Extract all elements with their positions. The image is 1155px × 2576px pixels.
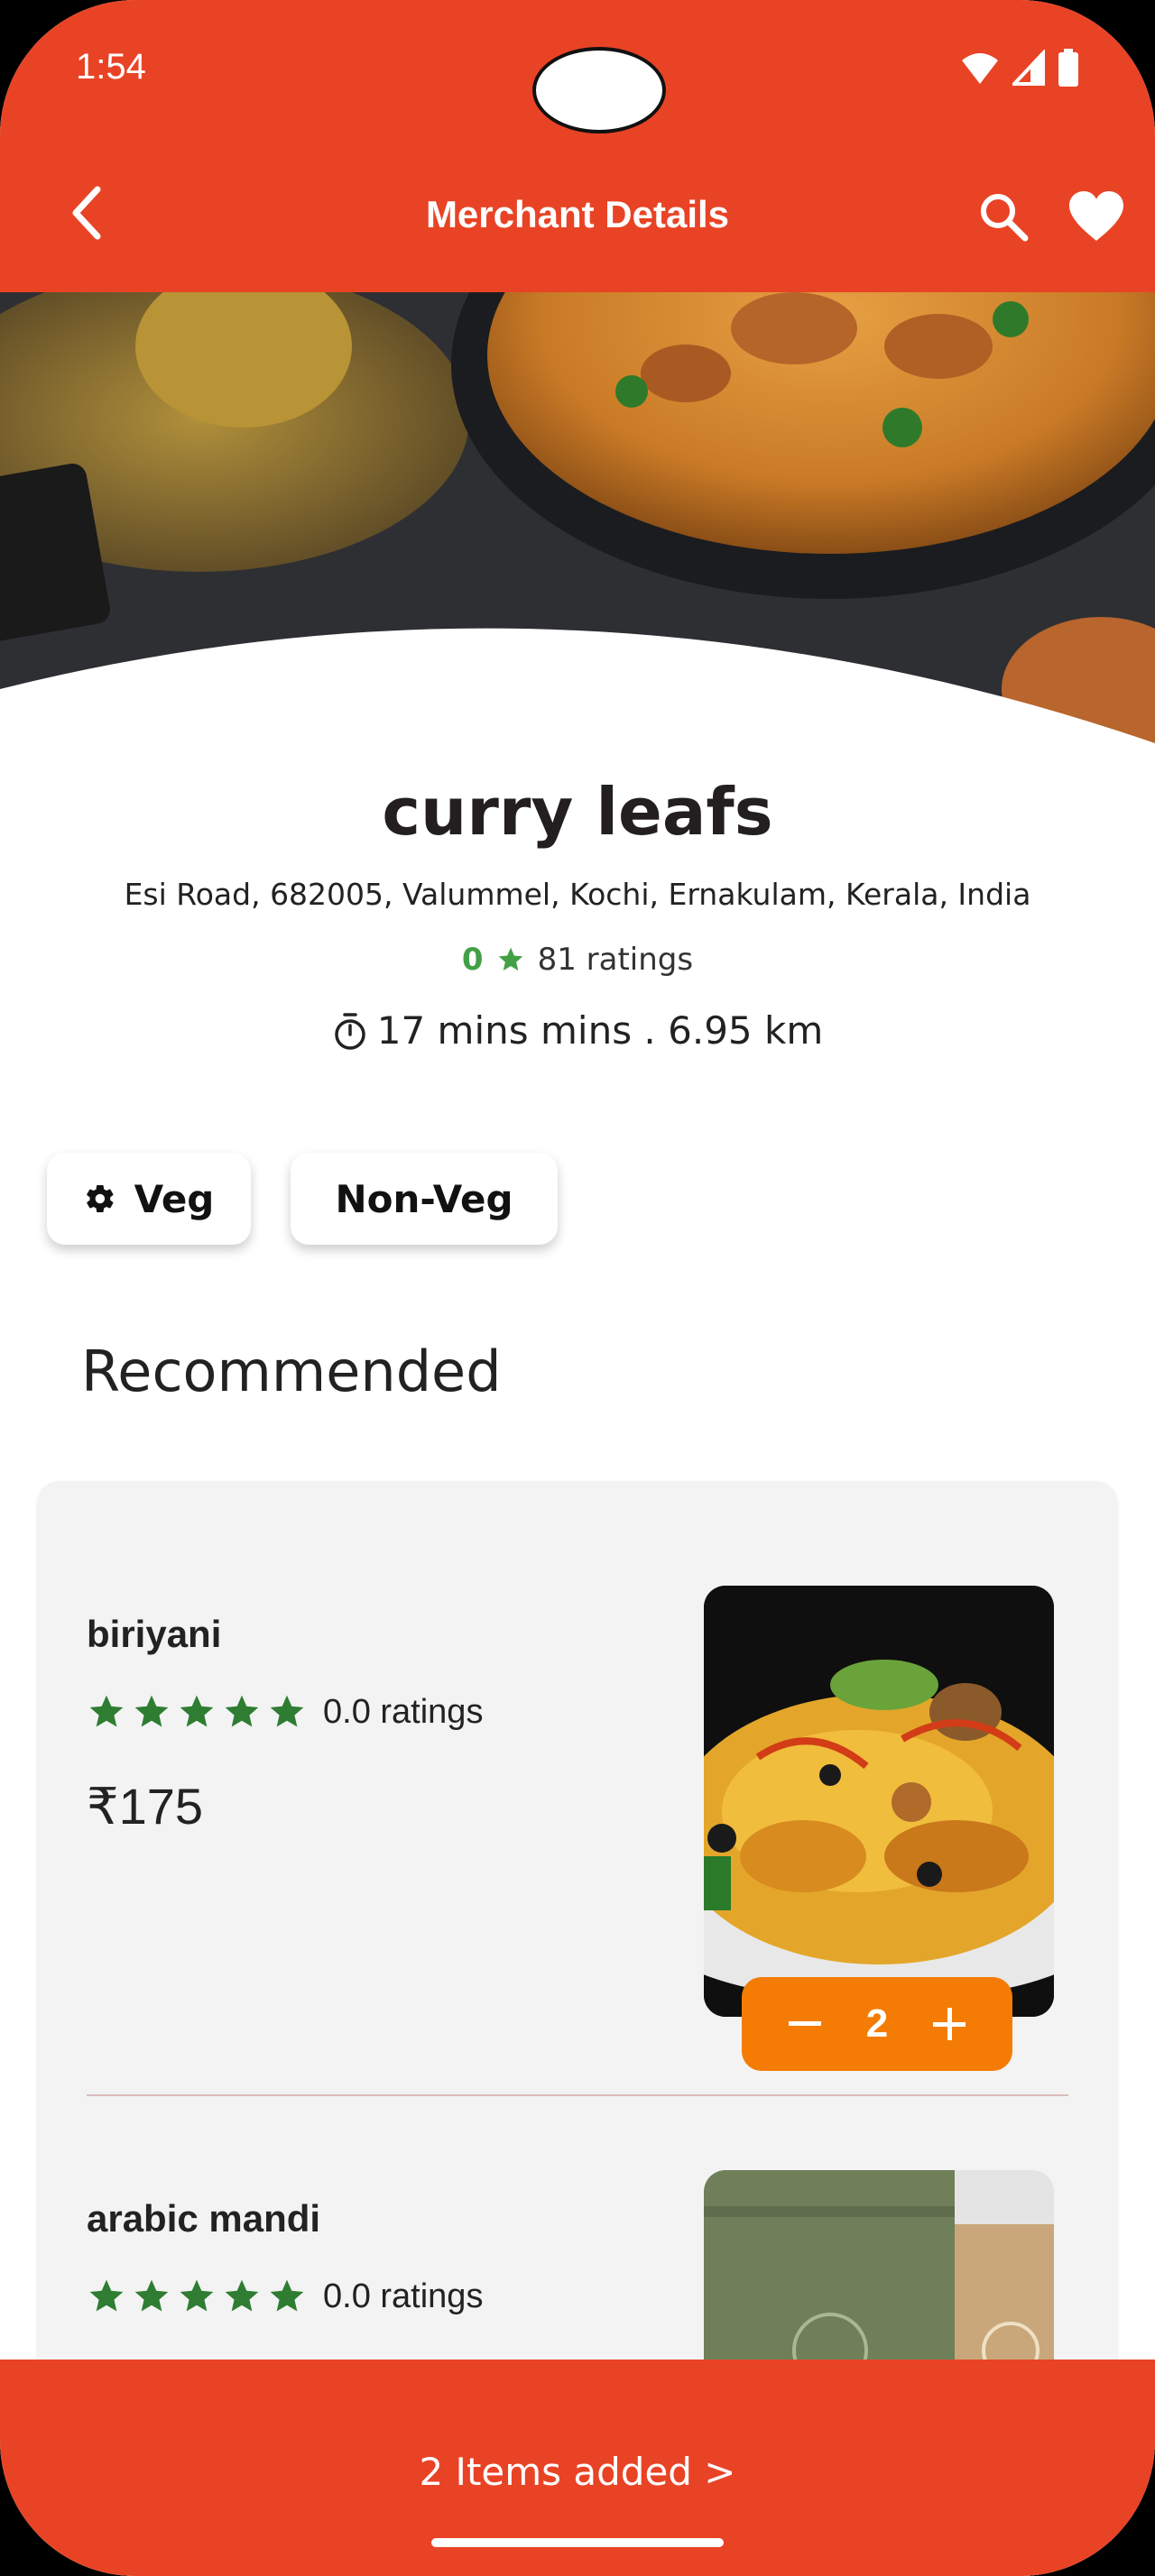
item-rating-stars: 0.0 ratings (87, 2277, 483, 2316)
item-divider (87, 2094, 1068, 2096)
app-header: 1:54 Merchant Details (0, 0, 1155, 292)
filter-chip-non-veg[interactable]: Non-Veg (291, 1153, 558, 1245)
merchant-name: curry leafs (382, 774, 773, 850)
eta-text: 17 mins mins . 6.95 km (376, 1008, 824, 1053)
star-icon (498, 947, 522, 971)
star-icon (225, 2279, 259, 2312)
heart-icon (1069, 191, 1123, 241)
quantity-stepper: 2 (742, 1977, 1012, 2071)
decrement-button[interactable] (778, 1997, 832, 2051)
increment-button[interactable] (922, 1997, 976, 2051)
search-button[interactable] (971, 184, 1036, 249)
filter-chip-veg[interactable]: Veg (47, 1153, 251, 1245)
item-name: biriyani (87, 1613, 222, 1655)
cart-bar[interactable]: 2 Items added > (0, 2360, 1155, 2576)
cart-items-label[interactable]: 2 Items added > (0, 2450, 1155, 2494)
item-image-biriyani[interactable] (704, 1586, 1054, 2017)
timer-icon (335, 1012, 365, 1050)
delivery-eta: 17 mins mins . 6.95 km (0, 1008, 1155, 1053)
item-ratings-text: 0.0 ratings (323, 1692, 484, 1731)
signal-icon (1012, 50, 1045, 86)
status-time: 1:54 (76, 47, 146, 87)
home-indicator (431, 2538, 724, 2547)
star-icon (180, 2279, 214, 2312)
star-icon (270, 2279, 304, 2312)
item-price: ₹175 (87, 1778, 204, 1835)
search-icon (981, 194, 1029, 242)
filter-label-veg: Veg (134, 1176, 215, 1221)
star-icon (225, 1695, 259, 1727)
item-rating-stars: 0.0 ratings (87, 1692, 483, 1732)
item-name: arabic mandi (87, 2197, 321, 2240)
wifi-icon (962, 53, 998, 84)
section-title-recommended: Recommended (81, 1339, 502, 1404)
star-icon (134, 2279, 169, 2312)
status-icons (960, 49, 1079, 87)
merchant-rating: 0 81 ratings (0, 942, 1155, 978)
plus-icon (932, 2008, 966, 2040)
item-ratings-text: 0.0 ratings (323, 2277, 484, 2315)
star-icon (180, 1695, 214, 1727)
ratings-count: 81 ratings (537, 942, 694, 978)
star-icon (89, 1695, 124, 1727)
rating-value: 0 (461, 942, 484, 978)
merchant-address: Esi Road, 682005, Valummel, Kochi, Ernak… (124, 877, 1031, 912)
favorite-button[interactable] (1061, 184, 1132, 249)
star-icon (270, 1695, 304, 1727)
gear-icon (86, 1184, 114, 1213)
merchant-banner-image (0, 292, 1155, 743)
quantity-value: 2 (865, 2001, 889, 2046)
camera-cutout (532, 47, 666, 133)
phone-screen: 1:54 Merchant Details curry leafs Esi Ro… (0, 0, 1155, 2576)
battery-icon (1058, 49, 1078, 87)
filter-label-non-veg: Non-Veg (335, 1176, 513, 1221)
star-icon (134, 1695, 169, 1727)
star-icon (89, 2279, 124, 2312)
minus-icon (789, 2021, 821, 2026)
